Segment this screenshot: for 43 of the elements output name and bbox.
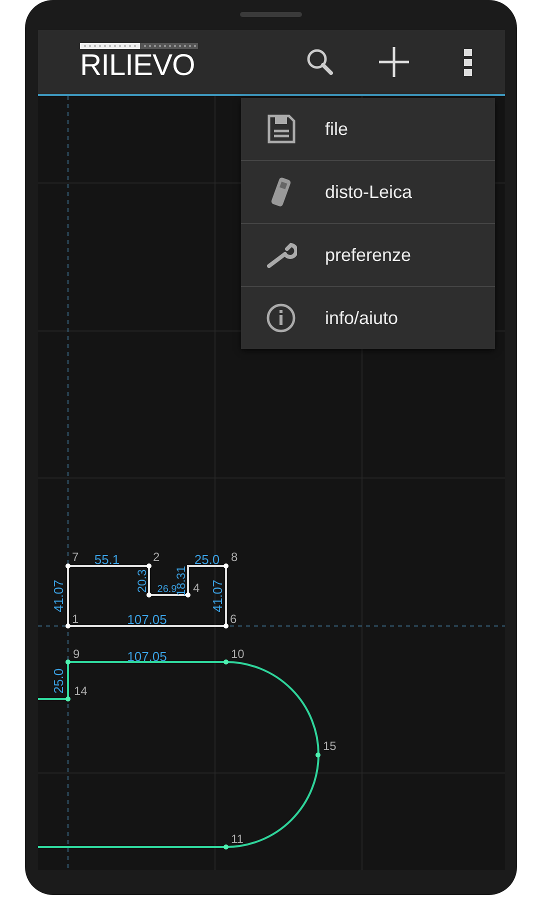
dimension-label: 55.1 (94, 552, 120, 567)
dimension-label: 20.3 (135, 569, 149, 593)
point-label: 14 (74, 684, 88, 698)
point-label: 11 (231, 832, 244, 846)
vertex-dot (316, 752, 320, 758)
vertex-dot (224, 660, 228, 664)
dimension-label: 26.9 (157, 584, 177, 595)
vertex-dot (224, 624, 228, 628)
point-label: 9 (73, 647, 80, 661)
vertex-dot (66, 696, 70, 702)
point-label: 2 (153, 550, 160, 564)
vertex-dot (146, 592, 152, 598)
menu-item[interactable]: disto-Leica (241, 160, 495, 223)
search-icon (305, 47, 335, 77)
point-label: 1 (72, 612, 79, 626)
dimension-label: 25.0 (51, 668, 66, 694)
point-label: 4 (193, 581, 200, 595)
menu-item[interactable]: info/aiuto (241, 286, 495, 349)
vertex-dot (224, 844, 228, 850)
menu-item[interactable]: preferenze (241, 223, 495, 286)
ruler-icon (80, 42, 198, 48)
app-title: RILIEVO (80, 50, 196, 82)
point-label: 6 (230, 612, 237, 626)
dimension-label: 107.05 (127, 649, 167, 664)
plus-icon (378, 46, 410, 78)
menu-item[interactable]: file (241, 98, 495, 160)
point-label: 10 (231, 647, 244, 661)
vertex-dot (224, 564, 228, 568)
vertex-dot (66, 624, 70, 628)
more-icon (463, 48, 473, 76)
dimension-label: 41.07 (210, 580, 225, 612)
speaker-grille (240, 12, 302, 17)
info-icon (265, 302, 297, 334)
point-label: 7 (72, 550, 79, 564)
dimension-label: 107.05 (127, 612, 167, 627)
point-label: 8 (231, 550, 238, 564)
vertex-dot (66, 564, 70, 568)
point-label: 15 (323, 739, 336, 753)
vertex-dot (66, 660, 70, 664)
dimension-label: 25.0 (194, 552, 220, 567)
vertex-dot (146, 564, 152, 568)
dimension-label: 41.07 (51, 580, 66, 612)
vertex-dot (186, 592, 190, 598)
